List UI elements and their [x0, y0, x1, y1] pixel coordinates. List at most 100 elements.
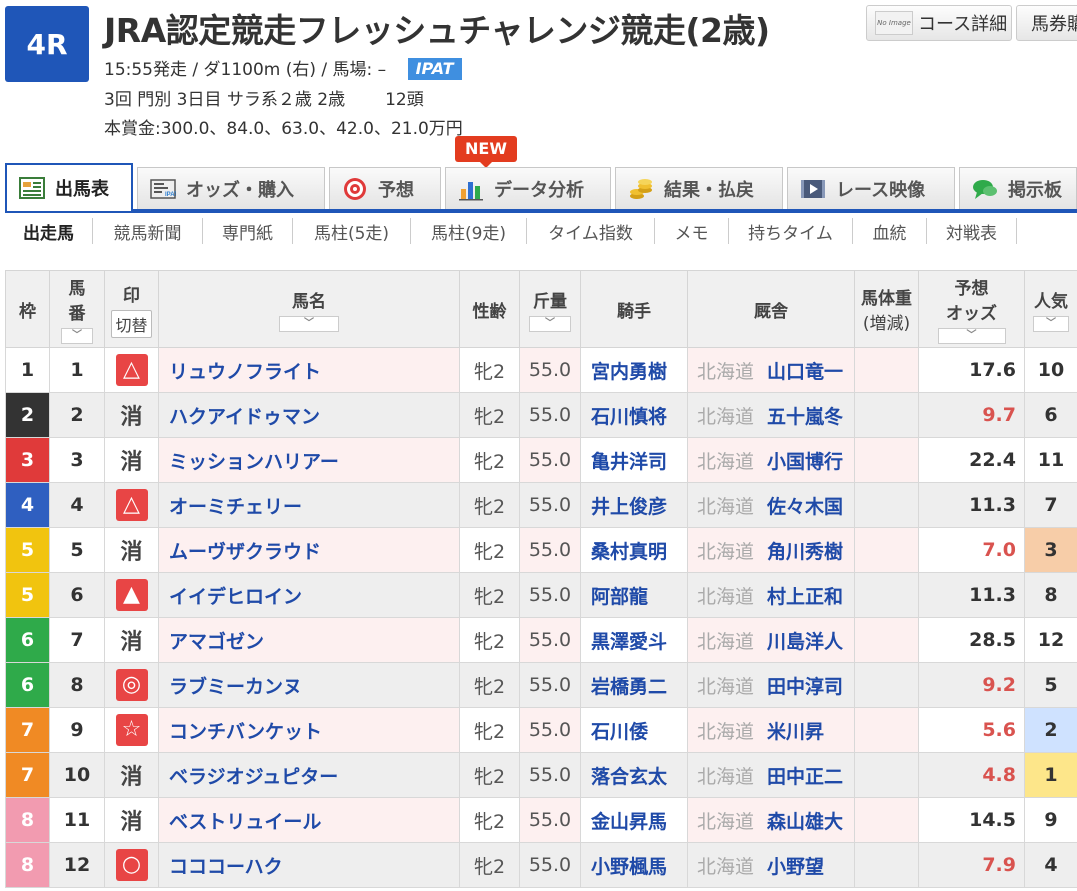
jockey-link[interactable]: 桑村真明 — [580, 527, 688, 573]
table-row[interactable]: 8 11 消ベストリュイール 牝2 55.0 金山昇馬 北海道 森山雄大 14.5 9 — [5, 797, 1077, 843]
jockey-link[interactable]: 宮内勇樹 — [580, 347, 688, 393]
subnav-past-5[interactable]: 馬柱(5走) — [293, 218, 411, 244]
sort-icon[interactable]: ﹀ — [61, 328, 93, 344]
prediction-mark-icon[interactable]: 消 — [120, 450, 142, 475]
table-row[interactable]: 6 8 ◎ ラブミーカンヌ 牝2 55.0 岩橋勇二 北海道 田中淳司 9.2 5 — [5, 662, 1077, 708]
table-row[interactable]: 7 10 消ベラジオジュピター 牝2 55.0 落合玄太 北海道 田中正二 4.8 1 — [5, 752, 1077, 798]
horse-name-link[interactable]: リュウノフライト — [158, 347, 460, 393]
horse-name-link[interactable]: アマゴゼン — [158, 617, 460, 663]
mark-cell[interactable]: ▲ — [104, 572, 159, 618]
header-weight[interactable]: 斤量 ﹀ — [519, 270, 581, 348]
prediction-mark-icon[interactable]: ▲ — [115, 579, 148, 611]
jockey-link[interactable]: 石川慎将 — [580, 392, 688, 438]
trainer-link[interactable]: 山口竜一 — [767, 361, 843, 383]
tab-entry-table[interactable]: 出馬表 — [5, 163, 133, 211]
sort-icon[interactable]: ﹀ — [937, 328, 1006, 344]
course-detail-button[interactable]: No Image コース詳細 — [866, 5, 1012, 41]
prediction-mark-icon[interactable]: △ — [115, 354, 148, 386]
trainer-link[interactable]: 田中淳司 — [767, 676, 843, 698]
mark-cell[interactable]: 消 — [104, 752, 159, 798]
header-horse-name[interactable]: 馬名 ﹀ — [158, 270, 460, 348]
horse-name-link[interactable]: ムーヴザクラウド — [158, 527, 460, 573]
trainer-link[interactable]: 田中正二 — [767, 766, 843, 788]
prediction-mark-icon[interactable]: 消 — [120, 810, 142, 835]
prediction-mark-icon[interactable]: ○ — [115, 849, 148, 881]
table-row[interactable]: 6 7 消アマゴゼン 牝2 55.0 黒澤愛斗 北海道 川島洋人 28.5 12 — [5, 617, 1077, 663]
trainer-link[interactable]: 角川秀樹 — [767, 541, 843, 563]
trainer-link[interactable]: 村上正和 — [767, 586, 843, 608]
prediction-mark-icon[interactable]: ◎ — [115, 669, 148, 701]
prediction-mark-icon[interactable]: 消 — [120, 765, 142, 790]
subnav-keiba-shimbun[interactable]: 競馬新聞 — [93, 218, 203, 244]
mark-cell[interactable]: ◎ — [104, 662, 159, 708]
horse-name-link[interactable]: ハクアイドゥマン — [158, 392, 460, 438]
horse-name-link[interactable]: オーミチェリー — [158, 482, 460, 528]
jockey-link[interactable]: 小野楓馬 — [580, 842, 688, 888]
horse-name-link[interactable]: イイデヒロイン — [158, 572, 460, 618]
trainer-link[interactable]: 米川昇 — [767, 721, 824, 743]
table-row[interactable]: 3 3 消ミッションハリアー 牝2 55.0 亀井洋司 北海道 小国博行 22.4 11 — [5, 437, 1077, 483]
table-row[interactable]: 2 2 消ハクアイドゥマン 牝2 55.0 石川慎将 北海道 五十嵐冬 9.7 6 — [5, 392, 1077, 438]
tab-data-analysis[interactable]: データ分析 — [445, 167, 611, 209]
horse-name-link[interactable]: コココーハク — [158, 842, 460, 888]
mark-cell[interactable]: 消 — [104, 797, 159, 843]
sort-icon[interactable]: ﹀ — [529, 315, 571, 332]
jockey-link[interactable]: 岩橋勇二 — [580, 662, 688, 708]
horse-name-link[interactable]: ベラジオジュピター — [158, 752, 460, 798]
table-row[interactable]: 5 6 ▲ イイデヒロイン 牝2 55.0 阿部龍 北海道 村上正和 11.3 8 — [5, 572, 1077, 618]
table-row[interactable]: 4 4 △ オーミチェリー 牝2 55.0 井上俊彦 北海道 佐々木国 11.3 7 — [5, 482, 1077, 528]
mark-cell[interactable]: △ — [104, 482, 159, 528]
tab-prediction[interactable]: 予想 — [329, 167, 441, 209]
sort-icon[interactable]: ﹀ — [1033, 315, 1069, 332]
table-row[interactable]: 8 12 ○ コココーハク 牝2 55.0 小野楓馬 北海道 小野望 7.9 4 — [5, 842, 1077, 888]
horse-name-link[interactable]: ベストリュイール — [158, 797, 460, 843]
tab-results-payout[interactable]: 結果・払戻 — [615, 167, 783, 209]
subnav-memo[interactable]: メモ — [655, 218, 729, 244]
jockey-link[interactable]: 落合玄太 — [580, 752, 688, 798]
subnav-best-time[interactable]: 持ちタイム — [729, 218, 853, 244]
mark-cell[interactable]: 消 — [104, 617, 159, 663]
jockey-link[interactable]: 亀井洋司 — [580, 437, 688, 483]
subnav-head-to-head[interactable]: 対戦表 — [927, 218, 1017, 244]
jockey-link[interactable]: 阿部龍 — [580, 572, 688, 618]
header-umaban[interactable]: 馬番 ﹀ — [49, 270, 105, 348]
prediction-mark-icon[interactable]: 消 — [120, 540, 142, 565]
ticket-purchase-button[interactable]: 馬券購入 — [1016, 5, 1077, 41]
table-row[interactable]: 7 9 ☆ コンチバンケット 牝2 55.0 石川倭 北海道 米川昇 5.6 2 — [5, 707, 1077, 753]
prediction-mark-icon[interactable]: ☆ — [115, 714, 148, 746]
table-row[interactable]: 1 1 △ リュウノフライト 牝2 55.0 宮内勇樹 北海道 山口竜一 17.6 10 — [5, 347, 1077, 393]
subnav-time-index[interactable]: タイム指数 — [527, 218, 655, 244]
tab-message-board[interactable]: 掲示板 — [959, 167, 1077, 209]
prediction-mark-icon[interactable]: △ — [115, 489, 148, 521]
horse-name-link[interactable]: ラブミーカンヌ — [158, 662, 460, 708]
mark-cell[interactable]: 消 — [104, 527, 159, 573]
horse-name-link[interactable]: ミッションハリアー — [158, 437, 460, 483]
trainer-link[interactable]: 五十嵐冬 — [767, 406, 843, 428]
mark-cell[interactable]: 消 — [104, 392, 159, 438]
mark-cell[interactable]: ☆ — [104, 707, 159, 753]
sort-icon[interactable]: ﹀ — [279, 315, 339, 332]
subnav-entries[interactable]: 出走馬 — [5, 218, 93, 244]
tab-race-video[interactable]: レース映像 — [787, 167, 955, 209]
prediction-mark-icon[interactable]: 消 — [120, 630, 142, 655]
horse-name-link[interactable]: コンチバンケット — [158, 707, 460, 753]
jockey-link[interactable]: 石川倭 — [580, 707, 688, 753]
subnav-specialist-paper[interactable]: 専門紙 — [203, 218, 293, 244]
tab-odds-purchase[interactable]: IPAT オッズ・購入 — [137, 167, 325, 209]
mark-cell[interactable]: 消 — [104, 437, 159, 483]
prediction-mark-icon[interactable]: 消 — [120, 405, 142, 430]
jockey-link[interactable]: 金山昇馬 — [580, 797, 688, 843]
header-popularity[interactable]: 人気 ﹀ — [1024, 270, 1077, 348]
trainer-link[interactable]: 佐々木国 — [767, 496, 843, 518]
jockey-link[interactable]: 黒澤愛斗 — [580, 617, 688, 663]
jockey-link[interactable]: 井上俊彦 — [580, 482, 688, 528]
mark-cell[interactable]: ○ — [104, 842, 159, 888]
mark-cell[interactable]: △ — [104, 347, 159, 393]
trainer-link[interactable]: 小野望 — [767, 856, 824, 878]
table-row[interactable]: 5 5 消ムーヴザクラウド 牝2 55.0 桑村真明 北海道 角川秀樹 7.0 3 — [5, 527, 1077, 573]
subnav-past-9[interactable]: 馬柱(9走) — [411, 218, 527, 244]
trainer-link[interactable]: 森山雄大 — [767, 811, 843, 833]
subnav-pedigree[interactable]: 血統 — [853, 218, 927, 244]
trainer-link[interactable]: 川島洋人 — [767, 631, 843, 653]
header-odds[interactable]: 予想 オッズ ﹀ — [918, 270, 1025, 348]
